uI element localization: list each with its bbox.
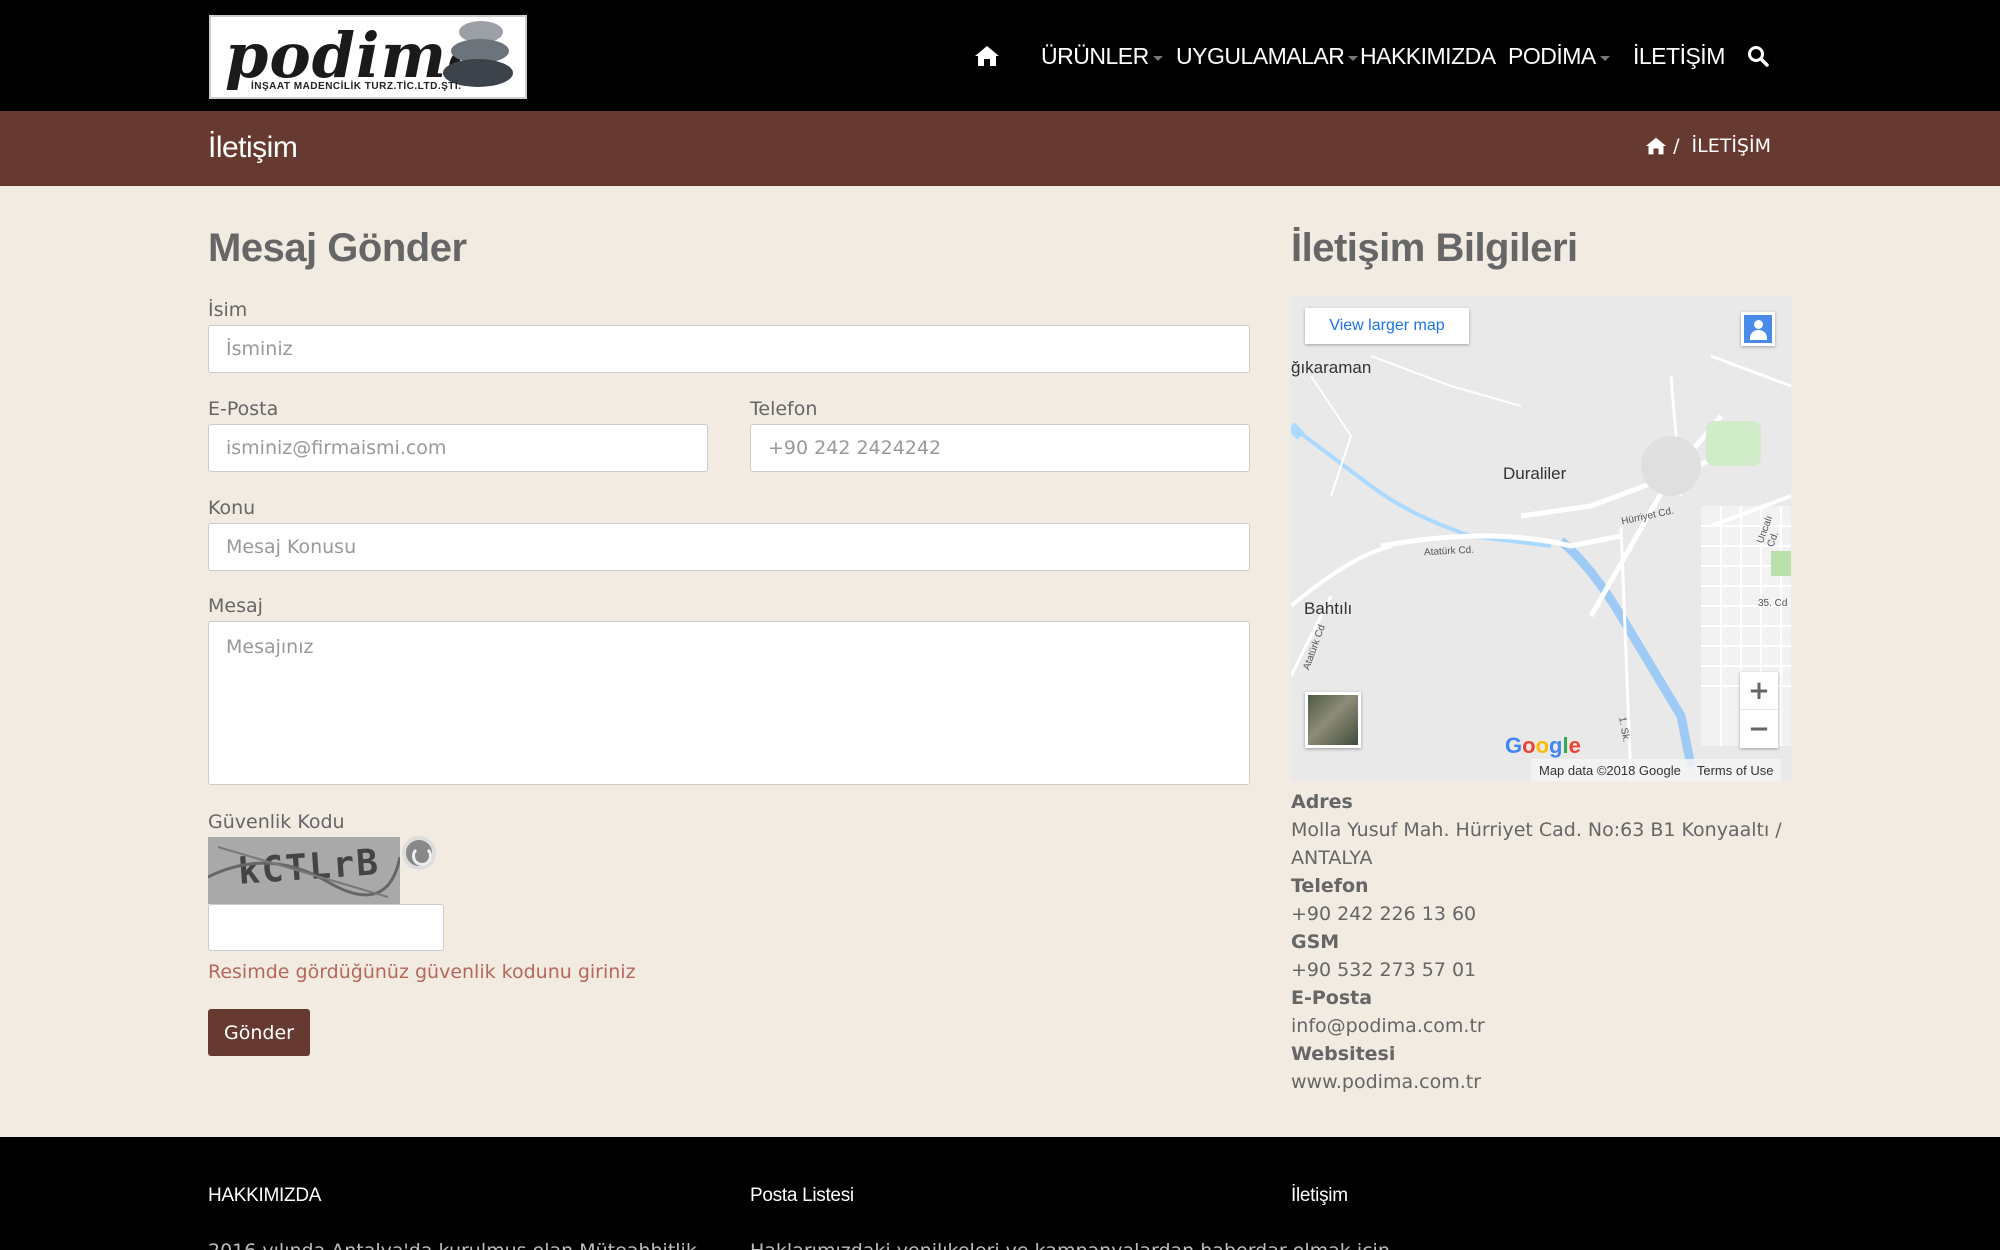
phone-label: Telefon [750, 398, 818, 420]
breadcrumb-home-icon[interactable] [1645, 136, 1667, 156]
nav-podima[interactable]: PODİMA [1508, 36, 1610, 76]
nav-search-button[interactable] [1747, 36, 1769, 76]
name-input[interactable] [208, 325, 1250, 373]
page-title-bar: İletişim / İLETİŞİM [0, 111, 2000, 186]
map-place-label: ğıkaraman [1291, 358, 1372, 377]
subject-input[interactable] [208, 523, 1250, 571]
captcha-label: Güvenlik Kodu [208, 811, 345, 833]
zoom-in-button[interactable]: + [1740, 672, 1778, 710]
footer-mailing-text: Haklarımızdaki yenilıkeleri ve kampanyal… [750, 1240, 1408, 1250]
phone-value: +90 242 226 13 60 [1291, 903, 1477, 925]
nav-uygulamalar[interactable]: UYGULAMALAR [1176, 36, 1359, 76]
nav-iletisim[interactable]: İLETİŞİM [1633, 36, 1725, 76]
footer-heading-mailing-list: Posta Listesi [750, 1185, 854, 1206]
captcha-refresh-icon[interactable] [402, 836, 436, 870]
satellite-toggle[interactable] [1305, 692, 1361, 748]
contact-details: Adres Molla Yusuf Mah. Hürriyet Cad. No:… [1291, 788, 1791, 1096]
view-larger-map-link[interactable]: View larger map [1305, 308, 1469, 344]
name-label: İsim [208, 299, 248, 321]
email-key: E-Posta [1291, 987, 1373, 1009]
captcha-image: kCTLrB [208, 837, 400, 904]
map-zoom-control: + − [1740, 672, 1778, 748]
breadcrumb: / İLETİŞİM [1645, 135, 1771, 157]
map-place-label: Bahtılı [1304, 599, 1353, 618]
logo-subtitle: İNŞAAT MADENCİLİK TURZ.TİC.LTD.ŞTİ. [251, 81, 462, 92]
chevron-down-icon [1348, 55, 1359, 61]
gsm-key: GSM [1291, 931, 1340, 953]
google-logo: Google [1505, 733, 1581, 758]
email-value[interactable]: info@podima.com.tr [1291, 1012, 1791, 1040]
website-value[interactable]: www.podima.com.tr [1291, 1068, 1791, 1096]
top-navbar: podima İNŞAAT MADENCİLİK TURZ.TİC.LTD.ŞT… [0, 0, 2000, 111]
map-attribution: Map data ©2018 Google Terms of Use [1531, 759, 1782, 781]
phone-input[interactable] [750, 424, 1250, 472]
chevron-down-icon [1152, 55, 1163, 61]
footer-heading-about: HAKKIMIZDA [208, 1185, 322, 1206]
footer-about-text: 2016 yılında Antalya'da kurulmuş olan Mü… [208, 1240, 715, 1250]
email-input[interactable] [208, 424, 708, 472]
breadcrumb-separator: / [1673, 135, 1680, 157]
nav-iletisim-label: İLETİŞİM [1633, 42, 1725, 69]
podima-logo[interactable]: podima İNŞAAT MADENCİLİK TURZ.TİC.LTD.ŞT… [209, 15, 527, 99]
nav-urunler-label: ÜRÜNLER [1041, 42, 1149, 69]
nav-uygulamalar-label: UYGULAMALAR [1176, 42, 1345, 69]
nav-podima-label: PODİMA [1508, 42, 1596, 69]
nav-urunler[interactable]: ÜRÜNLER [1041, 36, 1163, 76]
address-key: Adres [1291, 791, 1353, 813]
nav-home-icon-link[interactable] [974, 36, 1000, 76]
footer-heading-contact: İletişim [1291, 1185, 1348, 1206]
search-icon [1748, 46, 1769, 67]
page-title: İletişim [208, 131, 298, 164]
map-terms-link[interactable]: Terms of Use [1697, 763, 1774, 778]
street-view-pegman-icon[interactable] [1741, 312, 1775, 346]
contact-info-title: İletişim Bilgileri [1291, 226, 1578, 270]
home-icon [975, 46, 999, 66]
phone-key: Telefon [1291, 875, 1369, 897]
website-key: Websitesi [1291, 1043, 1396, 1065]
subject-label: Konu [208, 497, 256, 519]
zoom-out-button[interactable]: − [1740, 710, 1778, 748]
nav-hakkimizda[interactable]: HAKKIMIZDA [1360, 36, 1496, 76]
captcha-hint: Resimde gördüğünüz güvenlik kodunu girin… [208, 961, 636, 983]
map-street-label: 35. Cd [1758, 598, 1788, 609]
map-data-credit: Map data ©2018 Google [1539, 762, 1681, 778]
chevron-down-icon [1599, 55, 1610, 61]
breadcrumb-current: İLETİŞİM [1691, 135, 1771, 157]
captcha-noise [208, 846, 400, 898]
address-value: Molla Yusuf Mah. Hürriyet Cad. No:63 B1 … [1291, 819, 1782, 869]
footer: HAKKIMIZDA Posta Listesi İletişim 2016 y… [0, 1137, 2000, 1250]
gsm-value: +90 532 273 57 01 [1291, 959, 1477, 981]
form-title: Mesaj Gönder [208, 226, 467, 270]
email-label: E-Posta [208, 398, 279, 420]
map-place-label: Duraliler [1503, 464, 1567, 483]
message-textarea[interactable] [208, 621, 1250, 785]
captcha-input[interactable] [208, 904, 444, 951]
message-label: Mesaj [208, 595, 263, 617]
send-button[interactable]: Gönder [208, 1009, 310, 1056]
google-map[interactable]: ğıkaraman Duraliler Bahtılı Atatürk Cd. … [1291, 296, 1791, 781]
nav-hakkimizda-label: HAKKIMIZDA [1360, 42, 1496, 69]
